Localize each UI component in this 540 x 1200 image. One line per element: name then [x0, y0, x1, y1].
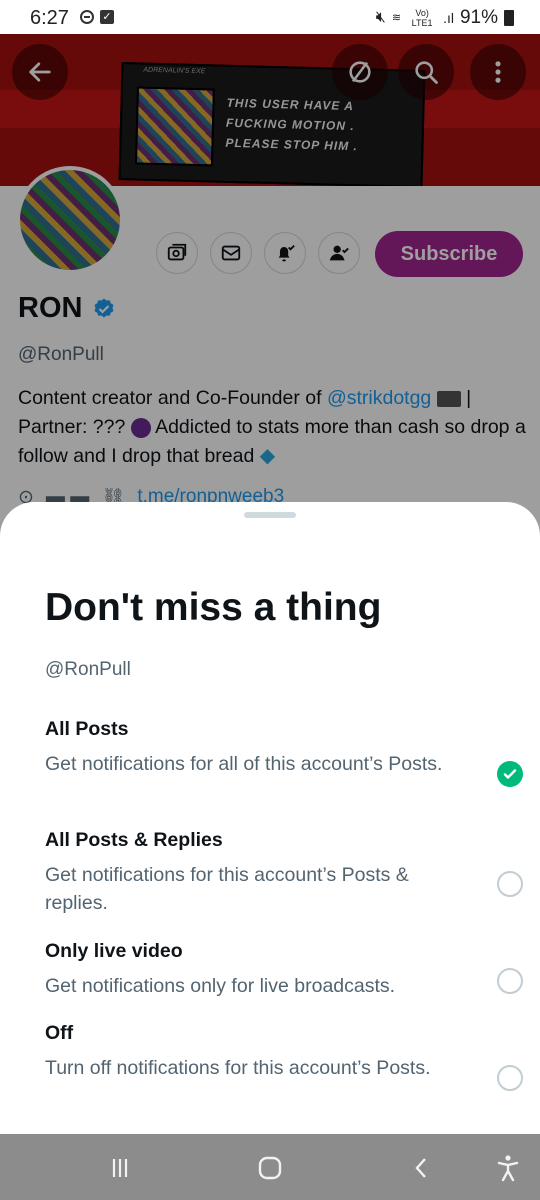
option-description: Get notifications only for live broadcas… [45, 975, 396, 997]
signal-bars-icon: .ıl [443, 10, 454, 26]
radio-unselected[interactable] [497, 871, 523, 897]
sheet-title: Don't miss a thing [45, 586, 382, 629]
status-time: 6:27 [30, 7, 69, 29]
option-all-posts-replies[interactable]: All Posts & Replies Get notifications fo… [45, 829, 523, 914]
option-title: All Posts & Replies [45, 829, 223, 851]
lte-label: Vo) LTE1 [411, 8, 433, 28]
accessibility-button[interactable] [490, 1150, 526, 1186]
option-title: All Posts [45, 718, 129, 740]
home-button[interactable] [252, 1150, 288, 1186]
mute-icon: 🔇︎ [375, 9, 386, 26]
sheet-handle: @RonPull [45, 659, 131, 680]
do-not-disturb-icon [80, 10, 94, 24]
option-off[interactable]: Off Turn off notifications for this acco… [45, 1022, 523, 1091]
option-title: Off [45, 1022, 74, 1044]
radio-unselected[interactable] [497, 1065, 523, 1091]
status-right-icons: 🔇︎ ≋ Vo) LTE1 .ıl 91% [376, 7, 514, 29]
home-icon [258, 1156, 282, 1180]
system-navigation-bar [0, 1134, 540, 1200]
notification-bottom-sheet: Don't miss a thing @RonPull All Posts Ge… [0, 502, 540, 1134]
chevron-left-icon [415, 1158, 426, 1178]
battery-percent: 91% [459, 7, 498, 28]
status-bar: 6:27 ✓ 🔇︎ ≋ Vo) LTE1 .ıl 91% [0, 0, 540, 34]
download-check-icon: ✓ [100, 10, 114, 24]
accessibility-icon [497, 1155, 519, 1182]
recents-button[interactable] [102, 1150, 138, 1186]
wifi-icon: ≋ [391, 12, 402, 24]
option-description: Turn off notifications for this account’… [45, 1057, 431, 1079]
recents-icon [112, 1159, 128, 1177]
back-nav-button[interactable] [404, 1150, 440, 1186]
checkmark-icon [503, 769, 517, 779]
sheet-drag-handle[interactable] [244, 512, 296, 518]
option-description: Get notifications for all of this accoun… [45, 753, 443, 775]
battery-icon [504, 10, 514, 26]
radio-selected[interactable] [497, 761, 523, 787]
radio-unselected[interactable] [497, 968, 523, 994]
option-description: Get notifications for this account’s Pos… [45, 864, 409, 914]
status-left-icons: ✓ [80, 10, 114, 24]
option-all-posts[interactable]: All Posts Get notifications for all of t… [45, 718, 523, 787]
option-title: Only live video [45, 940, 183, 962]
option-live-video[interactable]: Only live video Get notifications only f… [45, 940, 523, 997]
